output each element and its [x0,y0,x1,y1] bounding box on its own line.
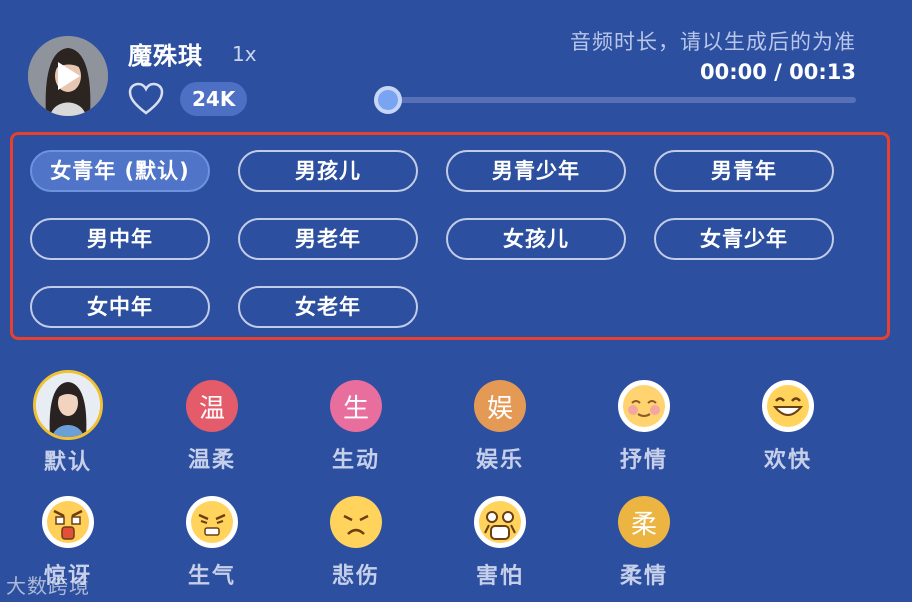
total-time: 00:13 [789,60,856,84]
sad-emoji-icon [330,496,382,548]
voice-type-pill[interactable]: 女老年 [238,286,418,328]
angry-emoji-icon [186,496,238,548]
voice-name: 魔殊琪 [128,42,203,70]
emotion-angry[interactable]: 生气 [162,496,262,590]
surprised-emoji-icon [42,496,94,548]
heart-icon[interactable] [128,82,164,116]
voice-type-pill[interactable]: 男老年 [238,218,418,260]
gentle-icon: 温 [186,380,238,432]
current-time: 00:00 [699,60,767,84]
emotion-label: 娱乐 [475,448,524,473]
play-icon[interactable] [58,62,80,90]
emotion-scared[interactable]: 害怕 [450,496,550,590]
scared-emoji-icon [474,496,526,548]
emotion-label: 默认 [43,450,92,475]
grin-emoji-icon [762,380,814,432]
emotion-label: 害怕 [475,564,524,589]
voice-type-pill[interactable]: 男青年 [654,150,834,192]
emotion-sad[interactable]: 悲伤 [306,496,406,590]
emotion-gentle[interactable]: 温 温柔 [162,380,262,474]
emotion-default[interactable]: 默认 [18,370,118,476]
emotion-cheerful[interactable]: 欢快 [738,380,838,474]
tender-icon: 柔 [618,496,670,548]
voice-type-pill[interactable]: 女青少年 [654,218,834,260]
emotion-label: 生动 [331,448,380,473]
emotion-label: 欢快 [763,448,812,473]
time-separator: / [774,60,782,84]
emotion-label: 生气 [187,564,236,589]
voice-type-pill[interactable]: 男孩儿 [238,150,418,192]
time-readout: 00:00 / 00:13 [700,60,856,84]
emotion-label: 悲伤 [331,564,380,589]
default-avatar-icon [33,370,103,440]
playback-speed[interactable]: 1x [232,42,257,66]
emotion-entertainment[interactable]: 娱 娱乐 [450,380,550,474]
lively-icon: 生 [330,380,382,432]
emotion-label: 抒情 [619,448,668,473]
watermark-text: 大数跨境 [6,574,90,598]
progress-handle[interactable] [374,86,402,114]
emotion-tender[interactable]: 柔 柔情 [594,496,694,590]
voice-type-pill[interactable]: 女青年 (默认) [30,150,210,192]
voice-type-group: 女青年 (默认) 男孩儿 男青少年 男青年 男中年 男老年 女孩儿 女青少年 女… [10,132,890,340]
blush-emoji-icon [618,380,670,432]
voice-type-pill[interactable]: 男青少年 [446,150,626,192]
emotion-lyrical[interactable]: 抒情 [594,380,694,474]
emotion-label: 温柔 [187,448,236,473]
likes-count-badge: 24K [180,82,248,116]
emotion-label: 柔情 [619,564,668,589]
voice-avatar-play-button[interactable] [28,36,108,116]
progress-track[interactable] [386,97,856,103]
voice-type-pill[interactable]: 女中年 [30,286,210,328]
voice-type-pill[interactable]: 男中年 [30,218,210,260]
entertainment-icon: 娱 [474,380,526,432]
duration-note: 音频时长，请以生成后的为准 [570,30,856,54]
voice-type-pill[interactable]: 女孩儿 [446,218,626,260]
emotion-lively[interactable]: 生 生动 [306,380,406,474]
